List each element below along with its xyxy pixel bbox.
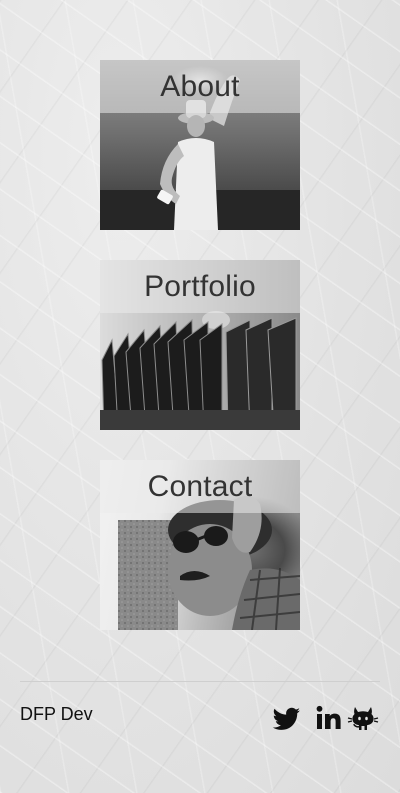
twitter-icon [270,702,304,734]
portfolio-tile-link[interactable]: Portfolio [100,260,300,430]
footer-divider [20,681,380,682]
portfolio-tile-label: Portfolio [144,270,256,303]
about-tile-label: About [160,70,240,103]
linkedin-icon [313,702,347,734]
contact-tile-link[interactable]: Contact [100,460,300,630]
contact-tile-label: Contact [147,470,253,503]
about-tile-link[interactable]: About [100,60,300,230]
linkedin-link[interactable] [313,702,347,734]
github-link[interactable] [347,702,381,734]
twitter-link[interactable] [270,702,304,734]
github-icon [347,702,381,734]
footer-brand: DFP Dev [20,704,93,724]
